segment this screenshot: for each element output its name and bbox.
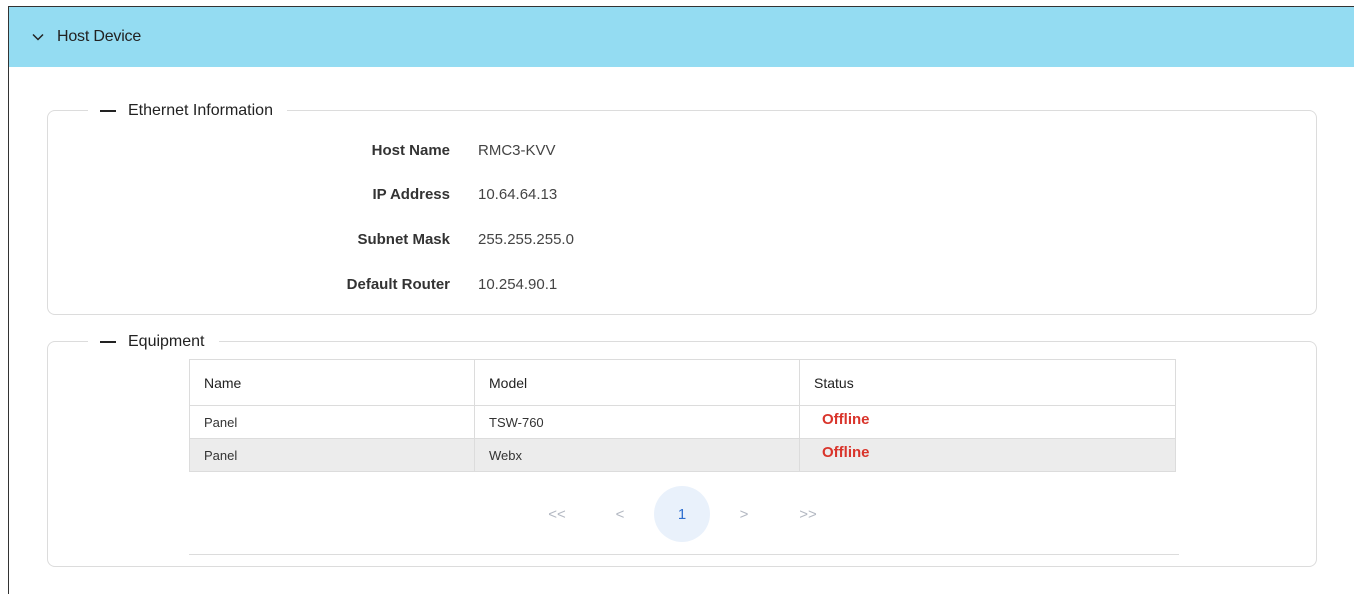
table-row[interactable]: Panel TSW-760 Offline [189,405,1176,439]
subnet-mask-label: Subnet Mask [357,230,450,248]
table-row[interactable]: Panel Webx Offline [189,438,1176,472]
equipment-legend-label: Equipment [128,333,205,350]
column-header-name[interactable]: Name [189,359,475,406]
page-number: 1 [677,505,687,523]
chevron-down-icon[interactable] [31,30,45,44]
first-page-button[interactable]: << [529,486,585,542]
pagination: << < 1 > >> [189,486,1179,555]
ip-address-value: 10.64.64.13 [478,185,558,203]
cell-name: Panel [189,438,475,472]
ip-address-row: IP Address 10.64.64.13 [48,183,1316,205]
cell-model: TSW-760 [474,405,800,439]
collapse-dash-icon[interactable] [100,110,116,112]
equipment-table: Name Model Status Panel TSW-760 Offline … [189,359,1176,472]
section-title: Host Device [57,28,142,45]
equipment-panel: Equipment Name Model Status Panel TSW-76… [47,331,1317,567]
column-header-status[interactable]: Status [799,359,1176,406]
cell-model: Webx [474,438,800,472]
subnet-mask-value: 255.255.255.0 [478,230,574,248]
ethernet-legend[interactable]: Ethernet Information [88,100,287,122]
cell-name: Panel [189,405,475,439]
status-badge: Offline [822,443,870,461]
default-router-value: 10.254.90.1 [478,275,558,293]
subnet-mask-row: Subnet Mask 255.255.255.0 [48,228,1316,250]
default-router-row: Default Router 10.254.90.1 [48,273,1316,295]
host-device-header[interactable]: Host Device [9,7,1354,67]
chevron-left-icon: < [615,505,625,523]
last-page-button[interactable]: >> [780,486,836,542]
page-1-button[interactable]: 1 [654,486,710,542]
ethernet-information-panel: Ethernet Information Host Name RMC3-KVV … [47,100,1317,315]
double-chevron-left-icon: << [548,505,566,523]
host-name-label: Host Name [371,141,450,159]
collapse-dash-icon[interactable] [100,341,116,343]
chevron-right-icon: > [739,505,749,523]
cell-status: Offline [799,405,1176,439]
ip-address-label: IP Address [372,185,450,203]
equipment-legend[interactable]: Equipment [88,331,219,353]
previous-page-button[interactable]: < [592,486,648,542]
table-header-row: Name Model Status [189,359,1176,406]
cell-status: Offline [799,438,1176,472]
next-page-button[interactable]: > [716,486,772,542]
column-header-model[interactable]: Model [474,359,800,406]
divider [189,554,1179,555]
host-name-value: RMC3-KVV [478,141,556,159]
host-name-row: Host Name RMC3-KVV [48,139,1316,161]
default-router-label: Default Router [346,275,450,293]
double-chevron-right-icon: >> [799,505,817,523]
status-badge: Offline [822,410,870,428]
ethernet-legend-label: Ethernet Information [128,102,273,119]
